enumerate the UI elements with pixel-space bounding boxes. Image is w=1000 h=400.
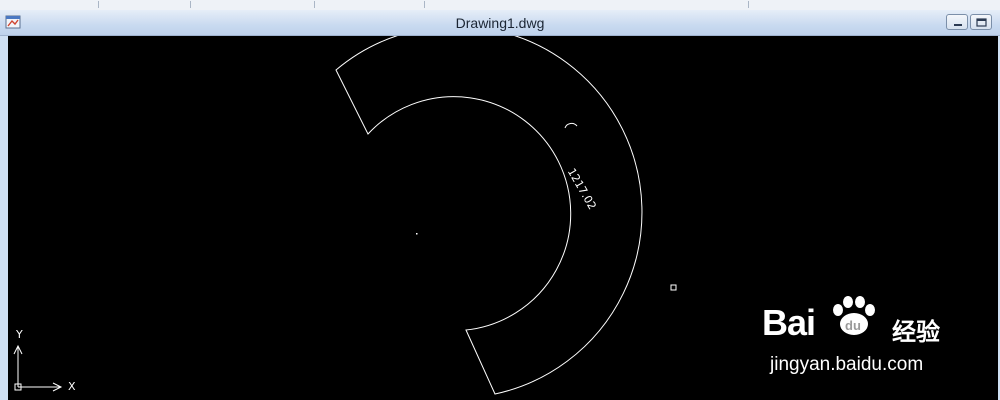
- watermark-brand: Bai: [762, 302, 816, 343]
- minimize-icon: [954, 24, 962, 26]
- toolbar-segment: [192, 1, 315, 8]
- ring-sector[interactable]: [335, 36, 643, 395]
- toolbar-segment: [0, 1, 99, 8]
- ucs-x-label: X: [68, 380, 76, 393]
- toolbar-segment: [316, 1, 425, 8]
- watermark-url: jingyan.baidu.com: [770, 354, 924, 375]
- center-point: [416, 233, 418, 235]
- window-title: Drawing1.dwg: [455, 15, 545, 31]
- toolbar-segment: [428, 1, 749, 8]
- pickbox-cursor[interactable]: [670, 284, 677, 291]
- title-bar[interactable]: Drawing1.dwg: [0, 10, 1000, 36]
- restore-icon: [976, 18, 987, 27]
- baidu-watermark: Bai du 经验 jingyan.baidu.com: [762, 292, 992, 382]
- watermark-brand-suffix: du: [845, 318, 861, 333]
- minimize-button[interactable]: [946, 14, 968, 30]
- watermark-cn: 经验: [892, 318, 940, 346]
- arc-length-symbol: [564, 122, 578, 129]
- paw-icon: du: [833, 296, 875, 335]
- ucs-y-label: Y: [16, 328, 23, 341]
- ucs-icon: [13, 344, 63, 392]
- toolbar-segment: [100, 1, 191, 8]
- restore-button[interactable]: [970, 14, 992, 30]
